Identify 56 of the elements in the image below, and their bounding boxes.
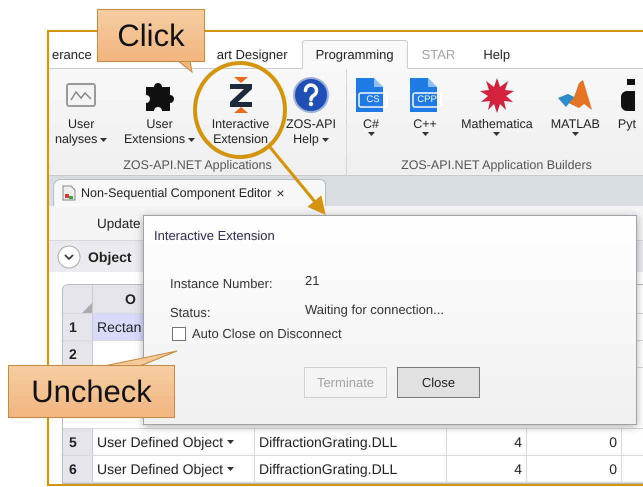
caret-icon	[572, 132, 579, 136]
chart-window-icon	[66, 83, 96, 107]
ribbon-button[interactable]: Pyt	[616, 77, 638, 132]
group-title: ZOS-API.NET Application Builders	[400, 157, 593, 174]
row-number: 2	[63, 341, 93, 367]
ribbon-tab[interactable]: art Designer	[202, 40, 302, 69]
checkbox[interactable]	[172, 326, 186, 340]
table-cell: 4	[447, 456, 527, 482]
caret-icon	[227, 467, 234, 471]
caret-icon	[188, 138, 196, 142]
caret-icon	[422, 132, 429, 136]
caret-icon	[100, 138, 108, 142]
ribbon-button[interactable]: CPP C++	[405, 77, 446, 136]
ribbon-button[interactable]: ZOS-API Help	[284, 77, 338, 147]
caret-icon	[322, 138, 329, 142]
ribbon-tab[interactable]: Programming	[302, 40, 408, 69]
table-row[interactable]: 6 User Defined Object DiffractionGrating.DLL 4 0	[63, 456, 643, 483]
document-icon	[62, 185, 76, 201]
table-cell: 0	[527, 429, 622, 455]
table-row[interactable]: 5 User Defined Object DiffractionGrating.DLL 4 0	[63, 429, 643, 456]
caret-icon	[227, 440, 234, 444]
dialog-title: Interactive Extension	[154, 228, 276, 243]
row-number: 1	[63, 314, 93, 340]
table-cell: 0	[527, 456, 622, 482]
spiky-star-icon	[478, 77, 515, 113]
help-icon	[292, 77, 329, 113]
chevron-down-icon[interactable]	[57, 244, 81, 268]
field-value: Waiting for connection...	[305, 302, 445, 317]
ribbon-button[interactable]: User nalyses	[53, 77, 110, 147]
table-cell: User Defined Object	[93, 456, 255, 482]
row-number: 5	[63, 429, 93, 455]
object-label: Object	[88, 248, 132, 264]
close-button[interactable]: ×	[276, 185, 285, 201]
document-tab[interactable]: Non-Sequential Component Editor ×	[53, 179, 326, 206]
caret-icon	[368, 132, 374, 136]
field-value: 21	[305, 273, 320, 288]
update-button[interactable]: Update	[97, 216, 141, 230]
table-cell: DiffractionGrating.DLL	[255, 456, 447, 482]
ribbon-button[interactable]: User Extensions	[122, 77, 198, 147]
ribbon-tab[interactable]: erance	[49, 40, 95, 69]
ribbon-button[interactable]: CS C#	[351, 77, 391, 136]
dialog-button[interactable]: Close	[397, 367, 480, 398]
peak-surface-icon	[557, 78, 594, 112]
ribbon-button[interactable]: MATLAB	[548, 77, 602, 136]
table-cell: DiffractionGrating.DLL	[255, 429, 447, 455]
table-cell: 4	[447, 429, 527, 455]
table-cell: User Defined Object	[93, 429, 255, 455]
corner-triangle-icon	[82, 303, 92, 313]
callout-label: Uncheck	[8, 365, 175, 418]
row-number: 6	[63, 456, 93, 482]
ribbon-tab[interactable]: Help	[469, 40, 524, 69]
callout-label: Click	[97, 9, 205, 62]
ribbon-button[interactable]: Interactive Extension	[210, 77, 272, 147]
caret-icon	[493, 132, 500, 136]
group-title: ZOS-API.NET Applications	[122, 157, 273, 174]
ribbon-button[interactable]: Mathematica	[459, 77, 535, 136]
